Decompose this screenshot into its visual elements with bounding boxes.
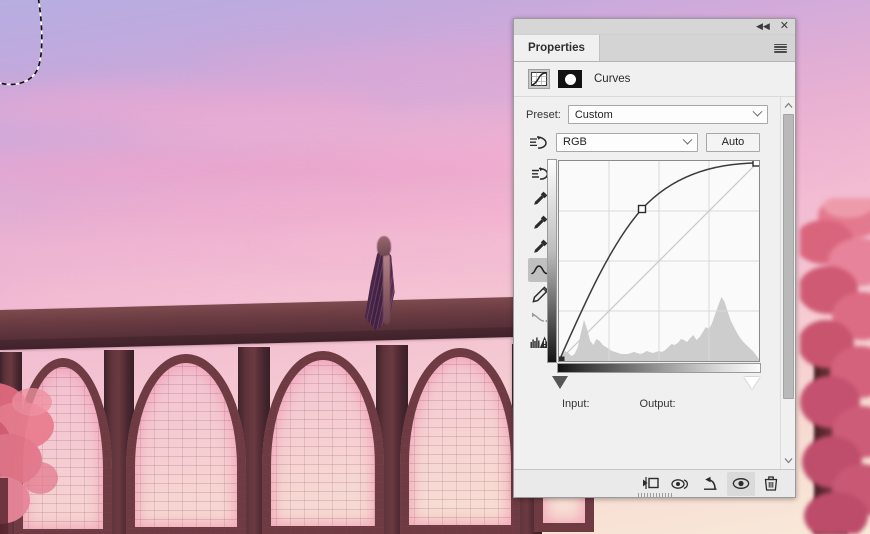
chevron-down-icon bbox=[752, 106, 763, 117]
scrollbar-thumb[interactable] bbox=[782, 114, 794, 399]
panel-menu-button[interactable] bbox=[774, 35, 795, 61]
auto-button[interactable]: Auto bbox=[706, 132, 760, 152]
cherry-blossom-tree-right bbox=[800, 198, 870, 534]
chevron-down-icon bbox=[682, 134, 693, 145]
cloaked-figure bbox=[360, 230, 406, 342]
reset-adjustment-button[interactable] bbox=[697, 472, 725, 496]
clip-to-layer-button[interactable] bbox=[637, 472, 665, 496]
curves-controls: Preset: Custom RGB Auto Input: Output: bbox=[514, 97, 780, 469]
cherry-blossom-tree-left bbox=[0, 383, 58, 534]
input-label: Input: bbox=[562, 398, 590, 410]
output-label: Output: bbox=[639, 398, 676, 410]
black-point-slider[interactable] bbox=[552, 376, 568, 389]
panel-window-bar: ◀◀ ✕ bbox=[514, 19, 795, 35]
curves-graph[interactable] bbox=[558, 160, 760, 362]
auto-button-label: Auto bbox=[721, 136, 745, 148]
screen: ◀◀ ✕ Properties Curves Preset: Custom RG… bbox=[0, 0, 870, 534]
white-point-slider[interactable] bbox=[744, 377, 760, 389]
preset-row: Preset: Custom bbox=[514, 105, 780, 124]
curve-point-origin bbox=[559, 356, 565, 361]
panel-body: Preset: Custom RGB Auto Input: Output: bbox=[514, 97, 795, 469]
curve-point-highlight bbox=[752, 161, 759, 167]
panel-bottom-toolbar bbox=[514, 469, 795, 498]
channel-select[interactable]: RGB bbox=[556, 132, 698, 152]
tab-properties[interactable]: Properties bbox=[514, 35, 600, 61]
delete-adjustment-button[interactable] bbox=[757, 472, 785, 496]
panel-resize-grip[interactable] bbox=[637, 493, 672, 498]
properties-panel: ◀◀ ✕ Properties Curves Preset: Custom RG… bbox=[513, 18, 796, 498]
on-image-adjustment-icon[interactable] bbox=[526, 132, 550, 152]
vertical-tone-ramp bbox=[547, 159, 557, 363]
curve-point-mid bbox=[637, 204, 647, 214]
panel-tab-bar: Properties bbox=[514, 35, 795, 62]
adjustment-header: Curves bbox=[514, 62, 795, 97]
toggle-layer-visibility-button[interactable] bbox=[727, 471, 755, 496]
panel-scrollbar[interactable] bbox=[780, 97, 795, 469]
tone-sliders-row bbox=[548, 376, 770, 394]
hamburger-menu-icon bbox=[774, 43, 787, 53]
view-previous-state-button[interactable] bbox=[667, 472, 695, 496]
scroll-down-arrow-icon[interactable] bbox=[782, 454, 795, 467]
preset-select[interactable]: Custom bbox=[567, 105, 768, 124]
curves-adjustment-icon[interactable] bbox=[528, 69, 550, 89]
collapse-panel-icon[interactable]: ◀◀ bbox=[756, 22, 770, 31]
tab-properties-label: Properties bbox=[528, 42, 585, 54]
close-panel-icon[interactable]: ✕ bbox=[780, 21, 789, 32]
curves-graph-wrapper: Input: Output: bbox=[547, 159, 761, 410]
preset-label: Preset: bbox=[526, 108, 561, 121]
channel-selected-value: RGB bbox=[563, 136, 587, 148]
horizontal-tone-ramp bbox=[557, 363, 761, 373]
scroll-up-arrow-icon[interactable] bbox=[782, 99, 795, 112]
preset-selected-value: Custom bbox=[574, 108, 613, 121]
layer-mask-thumbnail[interactable] bbox=[558, 70, 582, 88]
channel-row: RGB Auto bbox=[514, 132, 780, 152]
scrollbar-track[interactable] bbox=[782, 112, 794, 454]
adjustment-title: Curves bbox=[594, 73, 631, 85]
curves-graph-area: Input: Output: bbox=[514, 159, 780, 410]
input-output-readout: Input: Output: bbox=[562, 398, 782, 410]
